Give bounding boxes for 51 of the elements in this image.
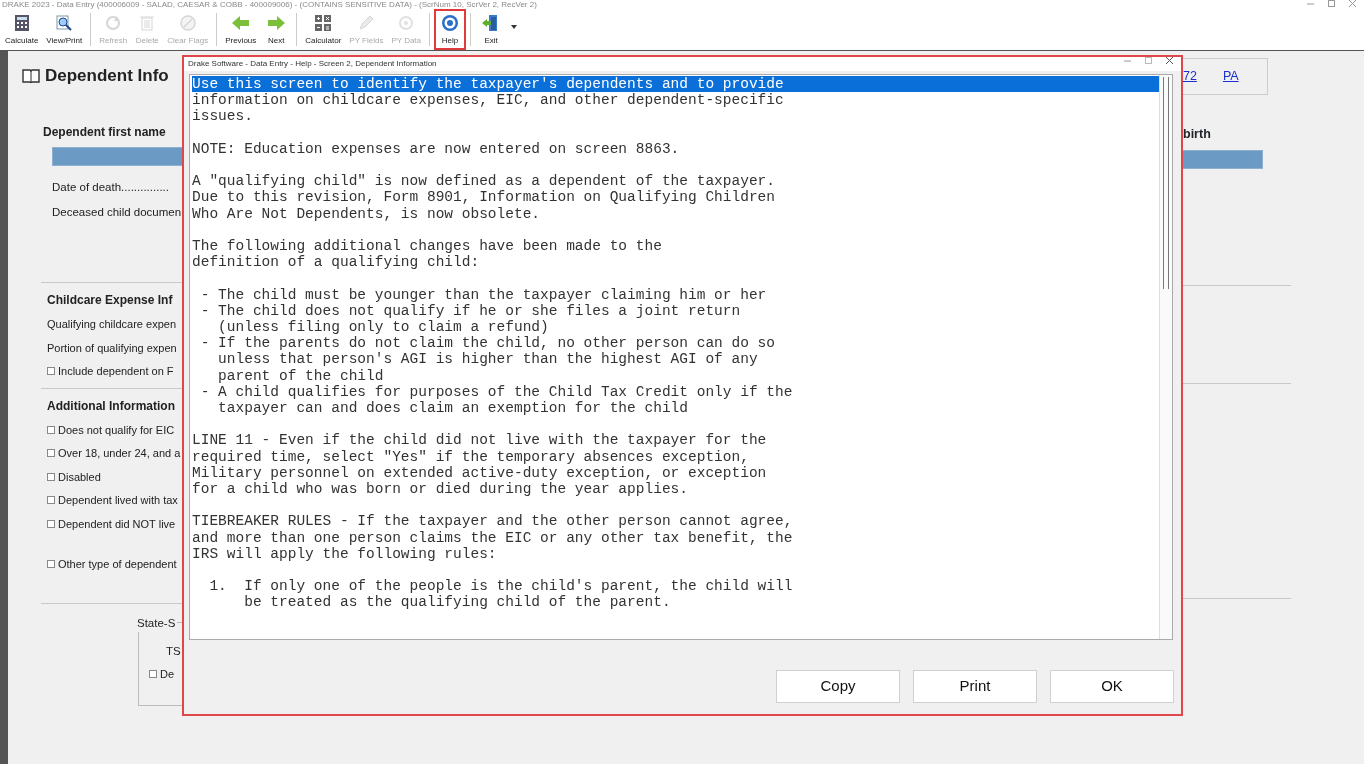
field-label: birth [1183, 126, 1211, 143]
help-paragraph: NOTE: Education expenses are now entered on screen 8863. [192, 140, 681, 157]
help-paragraph: TIEBREAKER RULES - If the taxpayer and the other person cannot agree, and more than one person claims the EIC or any other tax benefit, the IRS will apply the following rules: [192, 513, 794, 562]
field-label: Qualifying childcare expen [47, 317, 177, 332]
checkbox[interactable]: De [149, 665, 175, 683]
checkbox[interactable]: Dependent lived with tax [47, 492, 178, 509]
caret-icon[interactable] [511, 25, 518, 29]
form-title: Dependent Info [45, 65, 169, 87]
dialog-title: Drake Software - Data Entry - Help - Screen 2, Dependent Information [188, 58, 437, 70]
checkbox[interactable]: Dependent did NOT live [47, 515, 176, 532]
maximize-icon[interactable] [1145, 57, 1152, 64]
dialog-button[interactable]: Copy [776, 670, 900, 703]
link[interactable]: 72 [1183, 67, 1197, 86]
help-text-area[interactable] [189, 74, 1173, 640]
next-button[interactable]: Next [260, 9, 293, 50]
close-icon[interactable] [1166, 57, 1173, 64]
link[interactable]: PA [1222, 67, 1239, 86]
help-paragraph: A "qualifying child" is now defined as a dependent of the taxpayer. Due to this revision, Form 8901, Information on Qualifying Children Who Are Not Dependents, is now obsolete. [192, 173, 776, 222]
maximize-icon[interactable] [1328, 0, 1335, 7]
field-label: Date of death............... [52, 179, 169, 195]
checkbox[interactable]: Other type of dependent [47, 556, 177, 573]
minimize-icon[interactable] [1124, 57, 1131, 64]
help-paragraph: - The child must be younger than the taxpayer claiming him or her - The child does not qualify if he or she files a joint return (unless filing only to claim a refund) - If the parents do not claim the child, no other person can do so unless that person's AGI is higher than the highest AGI of any parent of the child - A child qualifies for purposes of the Child Tax Credit only if the taxpayer can and does claim an exemption for the child [199, 286, 794, 417]
calculator-button[interactable]: Calculator [301, 9, 346, 50]
field-label: Deceased child documen [52, 204, 182, 220]
checkbox[interactable]: Does not qualify for EIC [47, 421, 175, 438]
field-label: Dependent first name [43, 123, 166, 141]
calculate-button[interactable]: Calculate [1, 9, 43, 50]
book-icon [22, 68, 40, 84]
checkbox[interactable]: Include dependent on F [47, 363, 174, 380]
dialog-button[interactable]: Print [913, 670, 1037, 703]
name-field[interactable] [52, 146, 182, 166]
previous-button[interactable]: Previous [221, 9, 261, 50]
minimize-icon[interactable] [1307, 0, 1314, 7]
section-heading: Additional Information [47, 397, 175, 415]
exit-button[interactable]: Exit [475, 9, 508, 50]
help-paragraph: Use this screen to identify the taxpayer's dependents and to provide information on childcare expenses, EIC, and other dependent-specific issues. [192, 76, 1159, 125]
view-print-button[interactable]: View/Print [42, 9, 87, 50]
help-button[interactable]: Help [434, 9, 467, 50]
help-paragraph: The following additional changes have been made to the definition of a qualifying child: [192, 238, 663, 271]
date-field[interactable] [1183, 149, 1263, 169]
section-heading: Childcare Expense Inf [47, 292, 173, 309]
ok-button[interactable]: OK [1050, 670, 1174, 703]
field-label: Portion of qualifying expen [47, 340, 177, 356]
window-title-text: DRAKE 2023 - Data Entry (400006009 - SALAD, CAESAR & COBB - 400009006) - (CONTAINS SENSITIVE DATA) - (ScrNum 10, ScrVer 2, RecVer 2) [2, 0, 537, 9]
checkbox[interactable]: Disabled [47, 468, 101, 485]
field-label: TS [166, 643, 181, 659]
help-paragraph: 1. If only one of the people is the child's parent, the child will be treated as the qualifying child of the parent. [208, 578, 794, 611]
help-paragraph: LINE 11 - Even if the child did not live with the taxpayer for the required time, select "Yes" if the temporary absences exception, Military personnel on extended active-duty exception, or exception for a child who was born or died during the year applies. [192, 432, 768, 498]
checkbox[interactable]: Over 18, under 24, and a [47, 445, 181, 462]
scrollbar-thumb[interactable] [1163, 77, 1169, 289]
